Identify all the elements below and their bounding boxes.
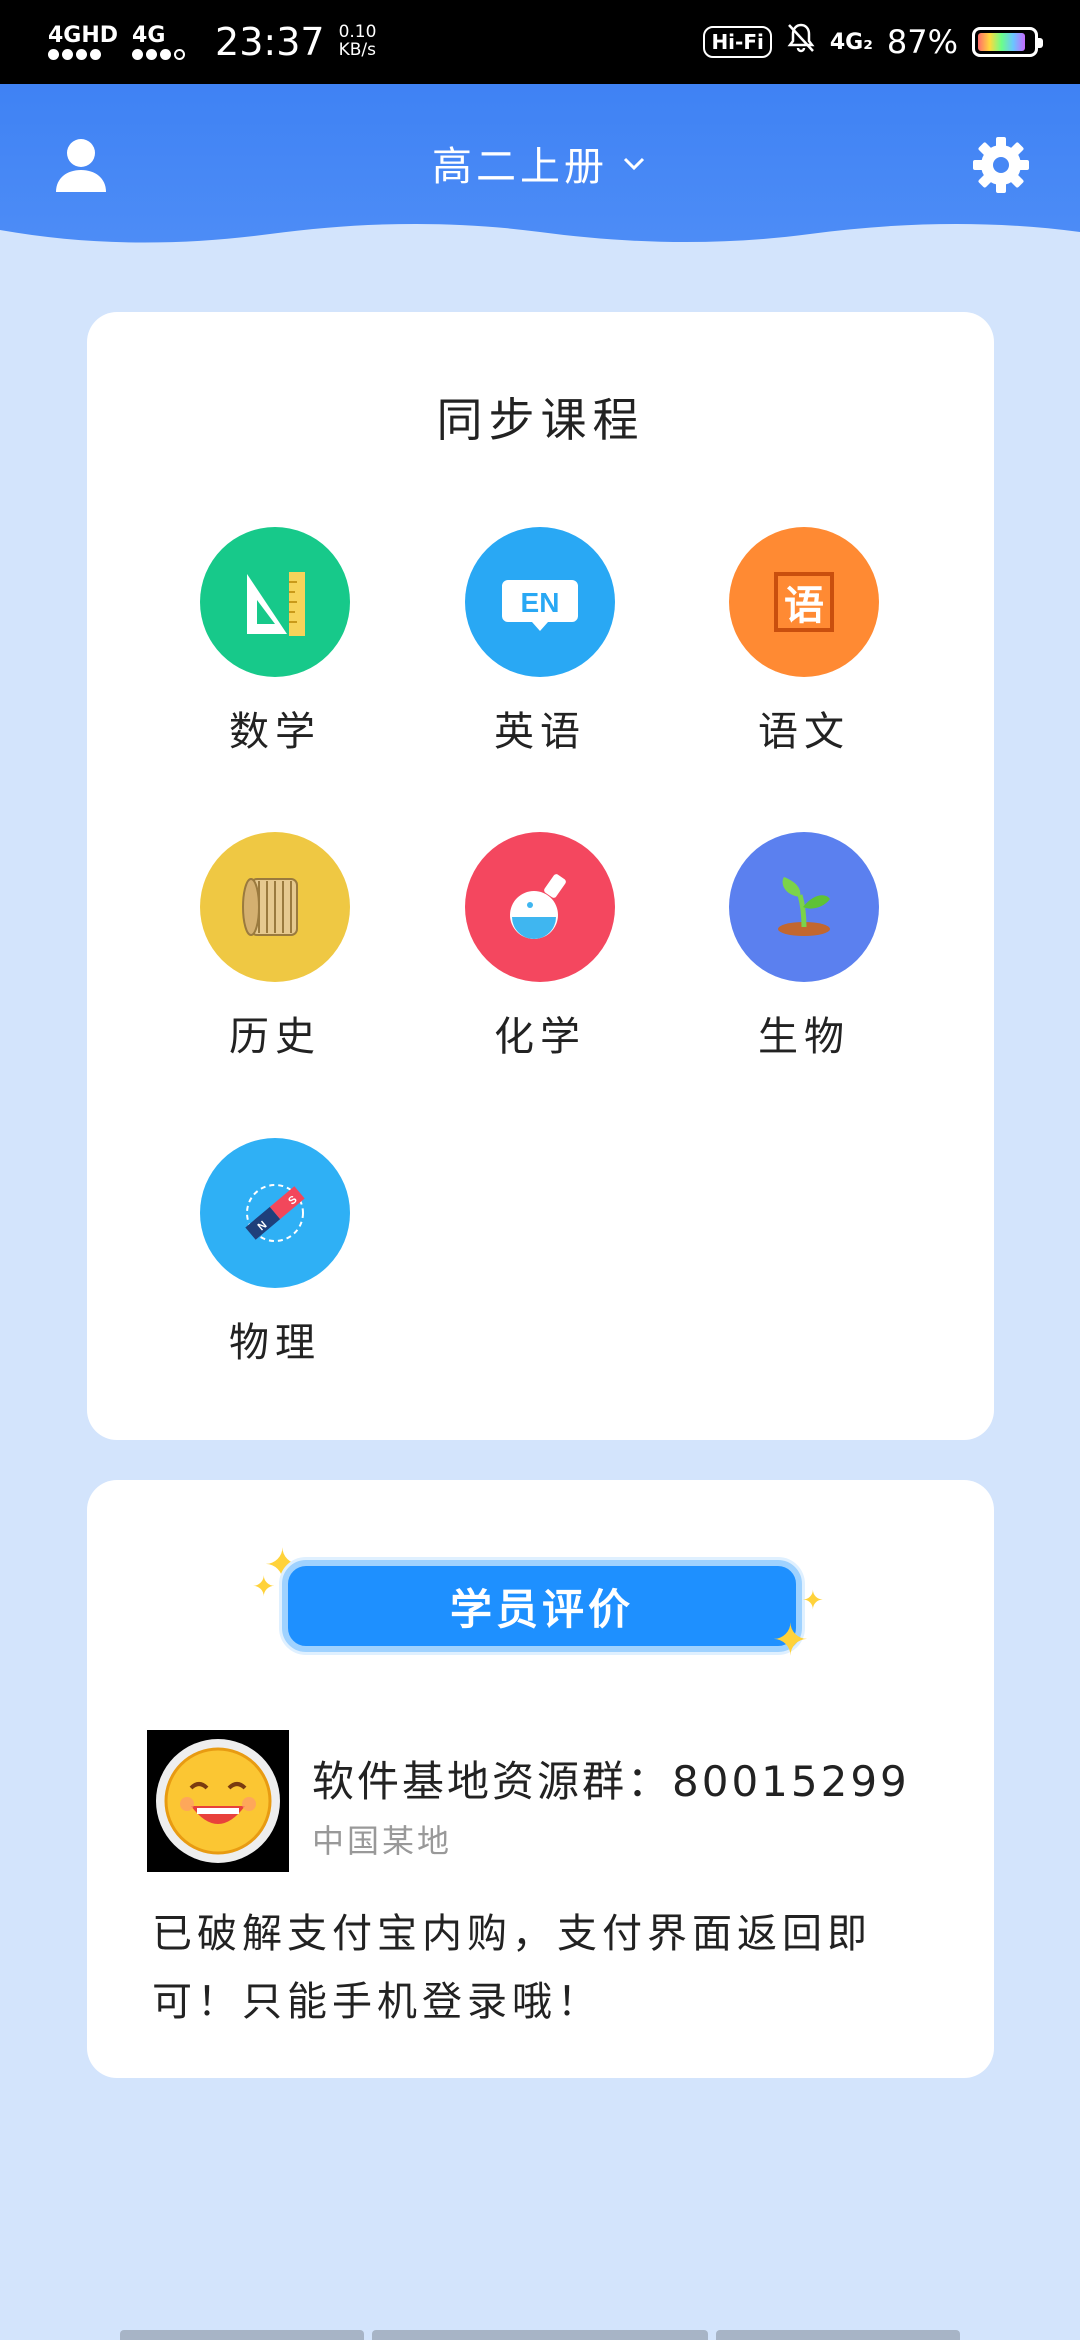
subject-label: 数学 <box>229 709 321 755</box>
sim2-signal: 4G <box>132 22 186 60</box>
mute-bell-icon <box>786 22 816 62</box>
battery-percent: 87% <box>886 23 958 61</box>
en-bubble-icon: EN <box>465 527 615 677</box>
svg-text:语: 语 <box>784 583 824 629</box>
chinese-char-icon: 语 <box>729 527 879 677</box>
subject-label: 语文 <box>758 709 850 755</box>
subject-math[interactable]: 数学 <box>175 527 375 757</box>
subject-history[interactable]: 历史 <box>175 832 375 1062</box>
battery-icon <box>972 27 1043 57</box>
subject-label: 生物 <box>758 1014 850 1060</box>
courses-card: 同步课程 数学 EN 英语 语 语文 历史 化学 生物 N S 物理 <box>87 312 994 1440</box>
subject-chinese[interactable]: 语 语文 <box>704 527 904 757</box>
subject-label: 历史 <box>229 1014 321 1060</box>
hifi-badge: Hi-Fi <box>703 26 772 58</box>
nav-gesture-bar[interactable] <box>120 2330 364 2340</box>
flask-icon <box>465 832 615 982</box>
header-wave <box>0 223 1080 256</box>
nav-gesture-bar[interactable] <box>716 2330 960 2340</box>
sparkle-icon: ✦ <box>772 1615 809 1666</box>
reviewer-location: 中国某地 <box>312 1822 453 1860</box>
bamboo-scroll-icon <box>200 832 350 982</box>
reviews-badge: 学员评价 <box>282 1560 802 1652</box>
reviewer-name: 软件基地资源群：80015299 <box>312 1757 910 1806</box>
magnet-compass-icon: N S <box>200 1138 350 1288</box>
chevron-down-icon <box>623 157 645 171</box>
sparkle-icon: ✦ <box>252 1570 276 1603</box>
reviews-card: ✦ ✦ 学员评价 ✦ ✦ 软件基地资源群：80015299 中国某地 已破解支付… <box>87 1480 994 2078</box>
subject-physics[interactable]: N S 物理 <box>175 1138 375 1368</box>
clock: 23:37 <box>215 20 325 64</box>
sprout-icon <box>729 832 879 982</box>
sim2-label: 4G <box>132 22 166 48</box>
courses-title: 同步课程 <box>436 393 645 447</box>
subject-chemistry[interactable]: 化学 <box>440 832 640 1062</box>
sim1-signal: 4GHD <box>48 22 119 60</box>
sim1-label: 4GHD <box>48 22 119 48</box>
avatar <box>147 1730 289 1872</box>
subject-label: 化学 <box>494 1014 586 1060</box>
review-text: 已破解支付宝内购，支付界面返回即可！只能手机登录哦！ <box>152 1911 872 2025</box>
status-bar: 4GHD 4G 23:37 0.10 KB/s Hi-Fi 4G₂ 87% <box>0 0 1080 84</box>
app-header: 高二上册 <box>0 84 1080 256</box>
subject-english[interactable]: EN 英语 <box>440 527 640 757</box>
reviews-badge-wrap: ✦ ✦ 学员评价 ✦ ✦ <box>252 1540 824 1670</box>
network-speed: 0.10 KB/s <box>338 23 377 60</box>
svg-text:EN: EN <box>521 587 560 618</box>
subject-biology[interactable]: 生物 <box>704 832 904 1062</box>
network-type: 4G₂ <box>829 29 873 55</box>
grade-selector[interactable]: 高二上册 <box>0 134 1080 192</box>
speed-unit: KB/s <box>338 40 376 60</box>
subject-label: 物理 <box>229 1320 321 1366</box>
grade-label: 高二上册 <box>432 144 608 190</box>
subject-label: 英语 <box>494 709 586 755</box>
nav-gesture-bar[interactable] <box>372 2330 708 2340</box>
settings-gear-icon[interactable] <box>970 134 1032 196</box>
ruler-triangle-icon <box>200 527 350 677</box>
sparkle-icon: ✦ <box>802 1586 824 1616</box>
